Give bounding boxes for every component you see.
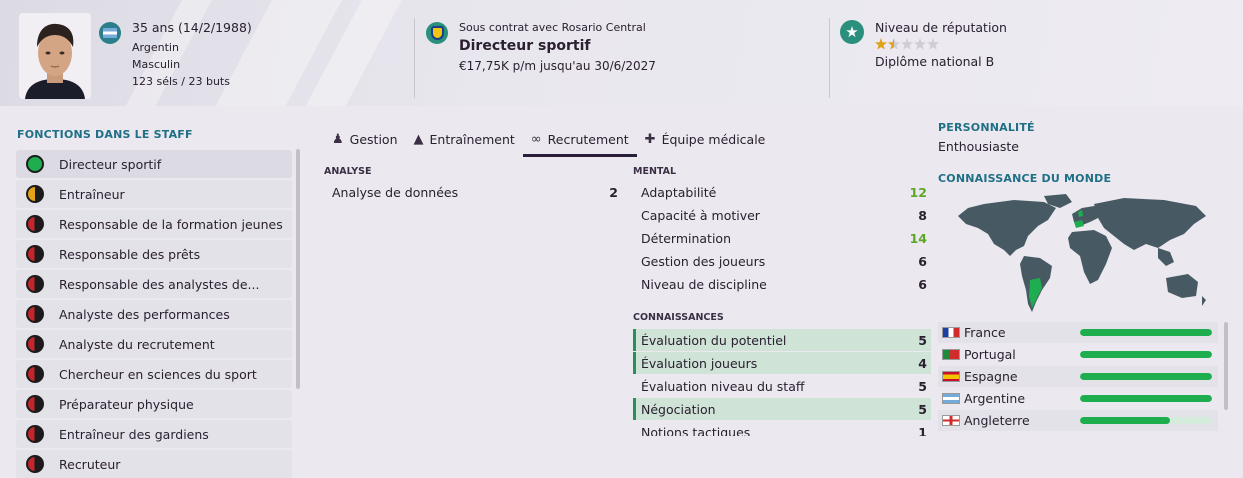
nation-name: France	[964, 325, 1006, 340]
knowledge-bar-fill	[1080, 395, 1212, 402]
personality-title: PERSONNALITÉ	[938, 121, 1035, 134]
knowledge-bar	[1080, 351, 1212, 358]
suitability-indicator-icon	[26, 455, 44, 473]
knowledge-bar-fill	[1080, 417, 1170, 424]
attribute-row[interactable]: Négociation 5	[633, 398, 931, 420]
nation-name: Portugal	[964, 347, 1016, 362]
knowledge-bar	[1080, 395, 1212, 402]
attribute-value: 5	[918, 332, 927, 348]
attribute-name: Négociation	[641, 401, 716, 417]
england-flag-icon	[942, 415, 960, 426]
france-flag-icon	[942, 327, 960, 338]
attribute-row[interactable]: Évaluation joueurs 4	[633, 352, 931, 374]
portugal-flag-icon	[942, 349, 960, 360]
attribute-name: Évaluation niveau du staff	[641, 378, 805, 394]
nation-knowledge-row[interactable]: Argentine	[938, 388, 1218, 409]
attribute-row[interactable]: Évaluation niveau du staff 5	[633, 375, 931, 397]
argentina-flag-icon	[942, 393, 960, 404]
knowledge-bar	[1080, 373, 1212, 380]
knowledge-bar	[1080, 329, 1212, 336]
attribute-value: 5	[918, 378, 927, 394]
attribute-value: 5	[918, 401, 927, 417]
attribute-name: Évaluation du potentiel	[641, 332, 787, 348]
attribute-value: 4	[918, 355, 927, 371]
attribute-row[interactable]: Notions tactiques 1	[633, 421, 931, 437]
world-map	[944, 192, 1222, 316]
knowledge-bar	[1080, 417, 1212, 424]
knowledge-bar-fill	[1080, 351, 1212, 358]
knowledge-bar-fill	[1080, 329, 1212, 336]
attribute-value: 1	[918, 424, 927, 437]
nation-knowledge-row[interactable]: Portugal	[938, 344, 1218, 365]
nation-name: Angleterre	[964, 413, 1030, 428]
spain-flag-icon	[942, 371, 960, 382]
nation-knowledge-row[interactable]: Angleterre	[938, 410, 1218, 431]
nation-knowledge-row[interactable]: France	[938, 322, 1218, 343]
attribute-name: Évaluation joueurs	[641, 355, 758, 371]
staff-role-row[interactable]: Recruteur	[16, 449, 292, 478]
nation-name: Argentine	[964, 391, 1026, 406]
knowledge-bar-fill	[1080, 373, 1212, 380]
world-knowledge-title: CONNAISSANCE DU MONDE	[938, 172, 1112, 185]
nations-scrollbar[interactable]	[1224, 322, 1228, 410]
personality-value: Enthousiaste	[938, 139, 1019, 154]
attribute-name: Notions tactiques	[641, 424, 751, 437]
nation-knowledge-row[interactable]: Espagne	[938, 366, 1218, 387]
staff-role-label: Recruteur	[59, 456, 121, 472]
attribute-row[interactable]: Évaluation du potentiel 5	[633, 329, 931, 351]
nation-name: Espagne	[964, 369, 1018, 384]
